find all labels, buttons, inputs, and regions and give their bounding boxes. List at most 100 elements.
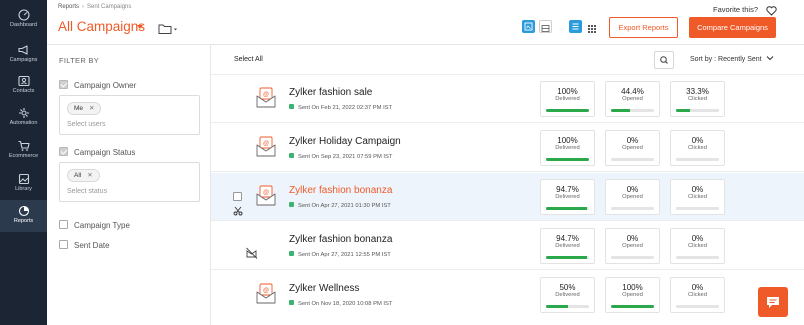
opened-metric[interactable]: 0% Opened (605, 179, 660, 215)
campaign-row[interactable]: @ Zylker Wellness Sent On Nov 18, 2020 1… (211, 271, 804, 319)
delivered-bar-fill (546, 109, 589, 112)
opened-metric[interactable]: 0% Opened (605, 130, 660, 166)
nav-campaigns[interactable]: Campaigns (0, 41, 47, 69)
campaign-owner-filter[interactable]: Campaign Owner (59, 80, 136, 90)
campaign-owner-checkbox[interactable] (59, 80, 68, 89)
nav-ecommerce[interactable]: Ecommerce (0, 137, 47, 165)
sent-date: Sent On Sep 23, 2021 07:59 PM IST (298, 154, 393, 160)
page-title[interactable]: All Campaigns (58, 19, 145, 34)
sent-date-label: Sent Date (74, 241, 110, 250)
opened-value: 44.4% (621, 87, 644, 96)
chat-button[interactable] (758, 287, 788, 317)
opened-label: Opened (622, 194, 643, 200)
campaign-row[interactable]: @ Zylker Holiday Campaign Sent On Sep 23… (211, 124, 804, 172)
opened-metric[interactable]: 100% Opened (605, 277, 660, 313)
opened-value: 0% (626, 185, 639, 194)
status-placeholder[interactable]: Select status (67, 188, 107, 195)
sort-dropdown[interactable]: Sort by : Recently Sent (690, 55, 774, 63)
opened-metric[interactable]: 0% Opened (605, 228, 660, 264)
delivered-label: Delivered (555, 292, 580, 298)
campaign-name[interactable]: Zylker fashion bonanza (289, 234, 392, 245)
svg-text:@: @ (263, 92, 269, 98)
clicked-metric[interactable]: 0% Clicked (670, 179, 725, 215)
clicked-label: Clicked (687, 145, 707, 151)
campaign-name[interactable]: Zylker Holiday Campaign (289, 136, 401, 147)
campaign-type-checkbox[interactable] (59, 220, 68, 229)
campaign-status-filter[interactable]: Campaign Status (59, 147, 135, 157)
delivered-metric[interactable]: 94.7% Delivered (540, 228, 595, 264)
nav-dashboard[interactable]: Dashboard (0, 6, 47, 34)
owner-chip-label: Me (74, 105, 84, 112)
campaign-name[interactable]: Zylker fashion bonanza (289, 185, 392, 196)
sent-date-checkbox[interactable] (59, 240, 68, 249)
campaign-owner-label: Campaign Owner (74, 81, 137, 90)
clicked-metric[interactable]: 0% Clicked (670, 130, 725, 166)
sent-status-dot (289, 202, 294, 207)
clicked-bar (676, 109, 719, 112)
nav-reports[interactable]: Reports (0, 200, 47, 232)
breadcrumb-parent[interactable]: Reports (58, 4, 79, 10)
delivered-metric[interactable]: 94.7% Delivered (540, 179, 595, 215)
close-icon[interactable]: ✕ (87, 172, 92, 179)
owner-select-box[interactable]: Me ✕ Select users (59, 95, 200, 135)
clicked-metric[interactable]: 0% Clicked (670, 228, 725, 264)
dashboard-icon (17, 8, 31, 21)
grid-dots-toggle[interactable] (586, 21, 597, 39)
campaign-name[interactable]: Zylker Wellness (289, 283, 359, 294)
svg-text:@: @ (263, 288, 269, 294)
filter-heading: FILTER BY (59, 56, 100, 65)
sent-date-filter[interactable]: Sent Date (59, 240, 110, 250)
chevron-down-icon[interactable] (137, 25, 143, 29)
campaign-type-filter[interactable]: Campaign Type (59, 220, 130, 230)
svg-text:@: @ (263, 141, 269, 147)
opened-bar (611, 109, 654, 112)
search-button[interactable] (654, 51, 674, 69)
table-view-toggle[interactable] (539, 20, 552, 33)
svg-text:@: @ (263, 190, 269, 196)
mail-cancelled-icon (245, 246, 259, 265)
chart-view-icon (524, 22, 533, 31)
owner-placeholder[interactable]: Select users (67, 121, 106, 128)
mail-icon: @ (256, 185, 276, 212)
chevron-down-icon (766, 56, 773, 61)
reports-icon (17, 204, 31, 217)
scissors-icon[interactable] (233, 206, 243, 218)
delivered-label: Delivered (555, 145, 580, 151)
list-view-toggle[interactable] (569, 20, 582, 33)
select-all[interactable]: Select All (234, 56, 263, 63)
sort-label: Sort by : Recently Sent (690, 56, 762, 63)
grid-icon (588, 25, 596, 33)
search-icon (660, 56, 668, 64)
breadcrumb-separator: › (82, 4, 85, 10)
delivered-metric[interactable]: 50% Delivered (540, 277, 595, 313)
row-checkbox[interactable] (233, 192, 242, 201)
library-icon (17, 172, 31, 185)
clicked-metric[interactable]: 0% Clicked (670, 277, 725, 313)
owner-chip: Me ✕ (67, 102, 102, 115)
clicked-label: Clicked (687, 243, 707, 249)
nav-library[interactable]: Library (0, 170, 47, 198)
campaign-status-checkbox[interactable] (59, 147, 68, 156)
campaign-row[interactable]: Zylker fashion bonanza Sent On Apr 27, 2… (211, 222, 804, 270)
close-icon[interactable]: ✕ (89, 105, 94, 112)
export-reports-button[interactable]: Export Reports (609, 17, 678, 38)
opened-metric[interactable]: 44.4% Opened (605, 81, 660, 117)
clicked-value: 0% (691, 185, 704, 194)
nav-contacts[interactable]: Contacts (0, 72, 47, 100)
nav-label: Ecommerce (8, 153, 39, 159)
delivered-metric[interactable]: 100% Delivered (540, 81, 595, 117)
clicked-bar (676, 256, 719, 259)
grid-view-toggle[interactable] (522, 20, 535, 33)
nav-automation[interactable]: Automation (0, 104, 47, 132)
status-select-box[interactable]: All ✕ Select status (59, 162, 200, 202)
campaign-row[interactable]: @ Zylker fashion bonanza Sent On Apr 27,… (211, 173, 804, 221)
campaign-row[interactable]: @ Zylker fashion sale Sent On Feb 21, 20… (211, 75, 804, 123)
campaign-name[interactable]: Zylker fashion sale (289, 87, 372, 98)
delivered-metric[interactable]: 100% Delivered (540, 130, 595, 166)
delivered-bar (546, 109, 589, 112)
folder-dropdown-button[interactable] (158, 22, 180, 40)
sent-status: Sent On Feb 21, 2022 02:37 PM IST (289, 104, 392, 111)
clicked-metric[interactable]: 33.3% Clicked (670, 81, 725, 117)
chat-icon (767, 297, 779, 308)
compare-campaigns-button[interactable]: Compare Campaigns (689, 17, 776, 38)
